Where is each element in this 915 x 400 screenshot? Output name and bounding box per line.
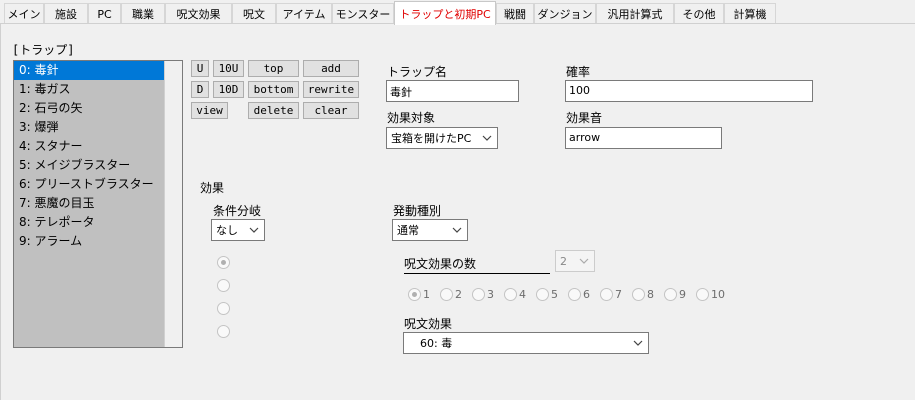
spell-effect-select[interactable]: 60: 毒 [403, 332, 649, 354]
effect-target-value: 宝箱を開けたPC [391, 132, 472, 145]
tab-main[interactable]: メイン [4, 3, 44, 24]
spell-radio-7[interactable] [600, 288, 613, 301]
spell-radio-4[interactable] [504, 288, 517, 301]
move-top-button[interactable]: top [248, 60, 299, 77]
tab-dungeon[interactable]: ダンジョン [534, 3, 596, 24]
delete-button[interactable]: delete [248, 102, 299, 119]
add-button[interactable]: add [303, 60, 359, 77]
tab-class[interactable]: 職業 [121, 3, 165, 24]
spell-radio-1[interactable] [408, 288, 421, 301]
trap-group-label: [トラップ] [12, 43, 75, 57]
tab-formula[interactable]: 汎用計算式 [596, 3, 674, 24]
spell-radio-label: 7 [615, 288, 622, 301]
spell-radio-label: 8 [647, 288, 654, 301]
list-scrollbar[interactable] [164, 61, 182, 347]
spell-radio-label: 10 [711, 288, 725, 301]
probability-label: 確率 [566, 65, 591, 79]
spell-count-label: 呪文効果の数 [404, 255, 550, 274]
tab-pc[interactable]: PC [88, 3, 121, 24]
condition-radio-2[interactable] [217, 279, 230, 292]
effect-section-label: 効果 [200, 181, 225, 195]
effect-sound-label: 効果音 [566, 111, 603, 125]
condition-value: なし [216, 224, 238, 237]
effect-target-select[interactable]: 宝箱を開けたPC [386, 127, 498, 149]
spell-effect-value: 60: 毒 [420, 337, 453, 350]
list-item[interactable]: 7: 悪魔の目玉 [14, 194, 164, 213]
spell-radio-label: 1 [423, 288, 430, 301]
list-item[interactable]: 0: 毒針 [14, 61, 164, 80]
view-button[interactable]: view [191, 102, 228, 119]
spell-radio-label: 6 [583, 288, 590, 301]
move-up-10-button[interactable]: 10U [213, 60, 244, 77]
spell-count-value: 2 [560, 254, 567, 268]
list-item[interactable]: 1: 毒ガス [14, 80, 164, 99]
spell-radio-2[interactable] [440, 288, 453, 301]
spell-radio-6[interactable] [568, 288, 581, 301]
trigger-value: 通常 [397, 224, 419, 237]
tab-battle[interactable]: 戦闘 [496, 3, 534, 24]
chevron-down-icon [452, 227, 462, 233]
probability-field[interactable]: 100 [565, 80, 813, 102]
list-item[interactable]: 4: スタナー [14, 137, 164, 156]
trap-name-field[interactable]: 毒針 [386, 80, 519, 102]
spell-radio-label: 4 [519, 288, 526, 301]
spell-radio-3[interactable] [472, 288, 485, 301]
list-item[interactable]: 9: アラーム [14, 232, 164, 251]
tab-spell[interactable]: 呪文 [232, 3, 276, 24]
tab-monster[interactable]: モンスター [332, 3, 394, 24]
effect-sound-field[interactable]: arrow [565, 127, 722, 149]
trap-name-label: トラップ名 [387, 65, 448, 79]
tab-other[interactable]: その他 [674, 3, 724, 24]
spell-effect-label: 呪文効果 [404, 317, 453, 331]
condition-select[interactable]: なし [211, 219, 265, 241]
chevron-down-icon [579, 258, 589, 264]
move-down-10-button[interactable]: 10D [213, 81, 244, 98]
condition-radio-3[interactable] [217, 302, 230, 315]
move-bottom-button[interactable]: bottom [248, 81, 299, 98]
list-item[interactable]: 8: テレポータ [14, 213, 164, 232]
spell-count-select[interactable]: 2 [555, 250, 595, 272]
trap-listbox[interactable]: 0: 毒針 1: 毒ガス 2: 石弓の矢 3: 爆弾 4: スタナー 5: メイ… [13, 60, 183, 348]
tab-item[interactable]: アイテム [276, 3, 332, 24]
condition-radio-4[interactable] [217, 325, 230, 338]
tab-spell-effect[interactable]: 呪文効果 [165, 3, 232, 24]
tab-bar: メイン 施設 PC 職業 呪文効果 呪文 アイテム モンスター トラップと初期P… [0, 0, 915, 25]
list-item[interactable]: 6: プリーストブラスター [14, 175, 164, 194]
rewrite-button[interactable]: rewrite [303, 81, 359, 98]
list-item[interactable]: 5: メイジブラスター [14, 156, 164, 175]
tab-calculator[interactable]: 計算機 [724, 3, 776, 24]
spell-radio-10[interactable] [696, 288, 709, 301]
chevron-down-icon [633, 340, 643, 346]
spell-radio-5[interactable] [536, 288, 549, 301]
condition-label: 条件分岐 [213, 204, 262, 218]
condition-radio-1[interactable] [217, 256, 230, 269]
chevron-down-icon [482, 135, 492, 141]
trigger-select[interactable]: 通常 [392, 219, 468, 241]
move-down-button[interactable]: D [191, 81, 209, 98]
spell-radio-label: 9 [679, 288, 686, 301]
spell-radio-label: 3 [487, 288, 494, 301]
spell-radio-8[interactable] [632, 288, 645, 301]
spell-radio-label: 5 [551, 288, 558, 301]
clear-button[interactable]: clear [303, 102, 359, 119]
tab-facility[interactable]: 施設 [44, 3, 88, 24]
move-up-button[interactable]: U [191, 60, 209, 77]
spell-radio-label: 2 [455, 288, 462, 301]
effect-target-label: 効果対象 [387, 111, 436, 125]
list-item[interactable]: 3: 爆弾 [14, 118, 164, 137]
chevron-down-icon [249, 227, 259, 233]
trigger-label: 発動種別 [393, 204, 442, 218]
tab-trap-initial-pc[interactable]: トラップと初期PC [394, 1, 496, 25]
list-item[interactable]: 2: 石弓の矢 [14, 99, 164, 118]
spell-radio-9[interactable] [664, 288, 677, 301]
